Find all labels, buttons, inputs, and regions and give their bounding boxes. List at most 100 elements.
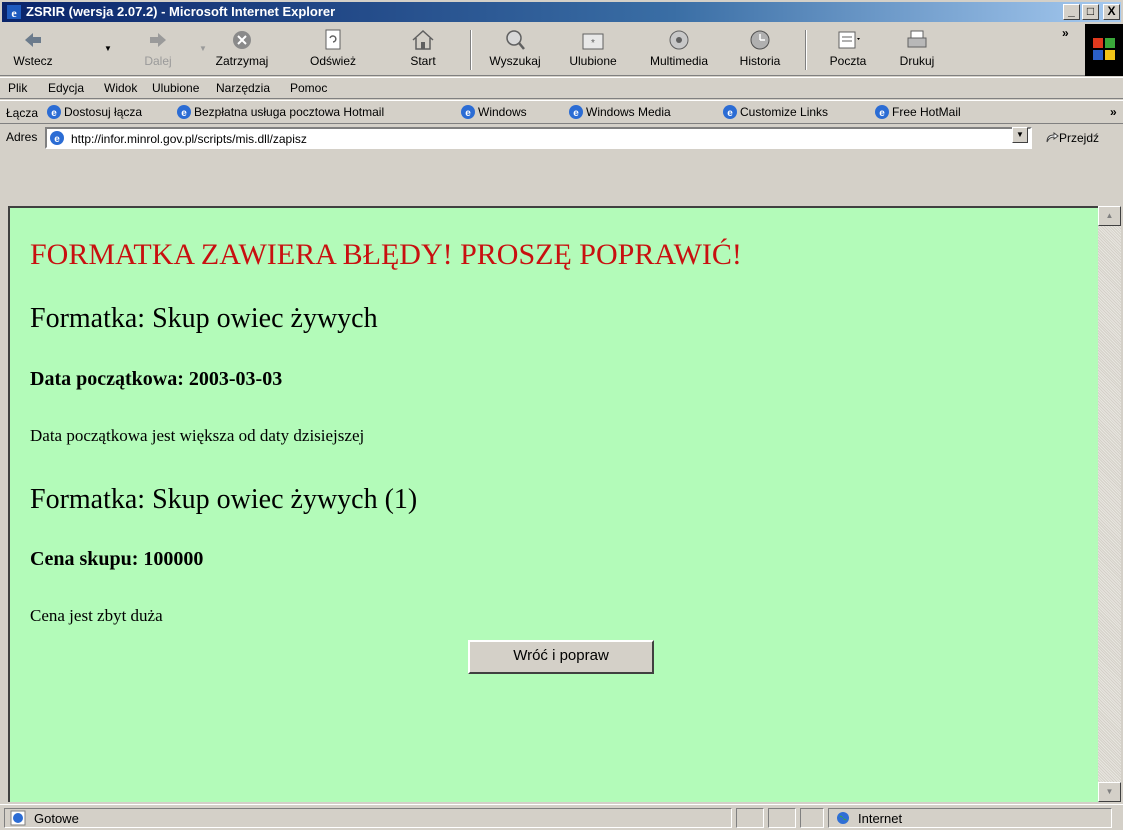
scroll-down-button[interactable]: ▼ <box>1098 782 1121 802</box>
stop-icon <box>233 31 251 49</box>
home-button[interactable]: Start <box>402 28 444 74</box>
field1-error: Data początkowa jest większa od daty dzi… <box>30 426 365 445</box>
link-windows[interactable]: e Windows <box>460 104 527 122</box>
toolbar-separator <box>470 30 472 70</box>
link-free-hotmail[interactable]: e Free HotMail <box>874 104 961 122</box>
standard-toolbar: Wstecz ▼ Dalej ▼ Zatrzymaj Odśwież Start… <box>0 24 1123 76</box>
svg-text:e: e <box>54 134 60 145</box>
address-dropdown-button[interactable]: ▼ <box>1012 127 1028 143</box>
print-button[interactable]: Drukuj <box>890 28 944 74</box>
media-icon <box>669 30 689 50</box>
security-zone: Internet <box>858 811 903 826</box>
link-hotmail-pl[interactable]: e Bezpłatna usługa pocztowa Hotmail <box>176 104 384 122</box>
home-icon <box>412 29 434 50</box>
search-button[interactable]: Wyszukaj <box>478 28 552 74</box>
refresh-label: Odśwież <box>309 54 356 68</box>
mail-button[interactable]: Poczta <box>820 28 876 74</box>
toolbar-chevron[interactable]: » <box>1062 26 1069 40</box>
arrow-right-icon <box>150 33 166 47</box>
ie-page-icon: e <box>47 105 61 119</box>
stop-button[interactable]: Zatrzymaj <box>212 28 272 74</box>
stop-label: Zatrzymaj <box>215 54 269 68</box>
link-label: Windows Media <box>586 105 671 119</box>
media-button[interactable]: Multimedia <box>640 28 718 74</box>
minimize-button[interactable]: _ <box>1063 4 1080 20</box>
favorites-icon: * <box>582 33 604 50</box>
ie-page-icon: e <box>569 105 583 119</box>
menu-bar: Plik Edycja Widok Ulubione Narzędzia Pom… <box>0 77 1123 99</box>
menu-edit[interactable]: Edycja <box>48 81 84 95</box>
search-icon <box>506 30 525 50</box>
vertical-scrollbar[interactable]: ▲ ▼ <box>1098 206 1121 802</box>
error-heading: FORMATKA ZAWIERA BŁĘDY! PROSZĘ POPRAWIĆ! <box>30 238 742 271</box>
links-label: Łącza <box>6 106 39 120</box>
status-panel <box>736 808 764 828</box>
home-label: Start <box>410 54 436 68</box>
address-input[interactable]: e http://infor.minrol.gov.pl/scripts/mis… <box>45 127 1032 149</box>
forward-label: Dalej <box>144 54 172 68</box>
close-button[interactable]: X <box>1103 4 1120 20</box>
chevron-down-icon: ▼ <box>1016 130 1024 139</box>
menu-file[interactable]: Plik <box>8 81 27 95</box>
status-panel <box>768 808 796 828</box>
ie-icon: e <box>7 5 21 20</box>
title-bar: e ZSRIR (wersja 2.07.2) - Microsoft Inte… <box>2 2 1121 22</box>
link-label: Customize Links <box>740 105 829 119</box>
toolbar-separator <box>805 30 807 70</box>
forward-button[interactable]: Dalej <box>138 28 178 74</box>
svg-text:e: e <box>181 108 187 119</box>
favorites-button[interactable]: * Ulubione <box>562 28 624 74</box>
back-label: Wstecz <box>13 54 53 68</box>
back-and-fix-button[interactable]: Wróć i popraw <box>468 640 654 674</box>
svg-text:e: e <box>51 108 57 119</box>
scroll-up-button[interactable]: ▲ <box>1098 206 1121 226</box>
window-title: ZSRIR (wersja 2.07.2) - Microsoft Intern… <box>26 4 336 19</box>
internet-globe-icon <box>837 812 849 824</box>
svg-text:e: e <box>11 6 17 20</box>
svg-text:e: e <box>465 108 471 119</box>
field2-error: Cena jest zbyt duża <box>30 606 163 625</box>
chevron-up-icon: ▲ <box>1105 211 1114 220</box>
link-label: Dostosuj łącza <box>64 105 143 119</box>
ie-page-icon <box>10 810 26 826</box>
go-label: Przejdź <box>1059 130 1100 145</box>
link-label: Windows <box>478 105 527 119</box>
link-label: Free HotMail <box>892 105 961 119</box>
link-windows-media[interactable]: e Windows Media <box>568 104 671 122</box>
page-content: FORMATKA ZAWIERA BŁĘDY! PROSZĘ POPRAWIĆ!… <box>8 206 1098 802</box>
refresh-icon <box>325 29 341 50</box>
status-bar: Gotowe Internet <box>0 804 1123 830</box>
back-dropdown-icon[interactable]: ▼ <box>104 44 112 53</box>
svg-text:e: e <box>727 108 733 119</box>
ie-page-icon: e <box>50 131 64 145</box>
search-label: Wyszukaj <box>489 54 541 68</box>
menu-favorites[interactable]: Ulubione <box>152 81 199 95</box>
history-button[interactable]: Historia <box>732 28 788 74</box>
back-button[interactable]: Wstecz <box>8 28 58 74</box>
go-button[interactable]: Przejdź <box>1045 130 1099 145</box>
field2-label: Cena skupu: 100000 <box>30 548 204 570</box>
maximize-button[interactable]: □ <box>1082 4 1099 20</box>
menu-help[interactable]: Pomoc <box>290 81 327 95</box>
favorites-label: Ulubione <box>569 54 617 68</box>
refresh-button[interactable]: Odśwież <box>296 28 370 74</box>
link-customize-pl[interactable]: e Dostosuj łącza <box>46 104 142 122</box>
ie-page-icon: e <box>461 105 475 119</box>
status-panel <box>800 808 824 828</box>
links-chevron[interactable]: » <box>1110 105 1117 119</box>
ie-page-icon: e <box>875 105 889 119</box>
svg-text:e: e <box>573 108 579 119</box>
address-bar: Adres e http://infor.minrol.gov.pl/scrip… <box>0 125 1123 205</box>
history-label: Historia <box>739 54 781 68</box>
arrow-left-icon <box>25 33 41 47</box>
media-label: Multimedia <box>649 54 709 68</box>
address-url[interactable]: http://infor.minrol.gov.pl/scripts/mis.d… <box>71 132 307 146</box>
menu-tools[interactable]: Narzędzia <box>216 81 270 95</box>
chevron-down-icon: ▼ <box>1105 787 1114 796</box>
forward-dropdown-icon[interactable]: ▼ <box>199 44 207 53</box>
link-customize-links[interactable]: e Customize Links <box>722 104 828 122</box>
ie-page-icon: e <box>177 105 191 119</box>
svg-text:e: e <box>879 108 885 119</box>
menu-view[interactable]: Widok <box>104 81 137 95</box>
windows-flag-icon <box>1093 38 1115 60</box>
